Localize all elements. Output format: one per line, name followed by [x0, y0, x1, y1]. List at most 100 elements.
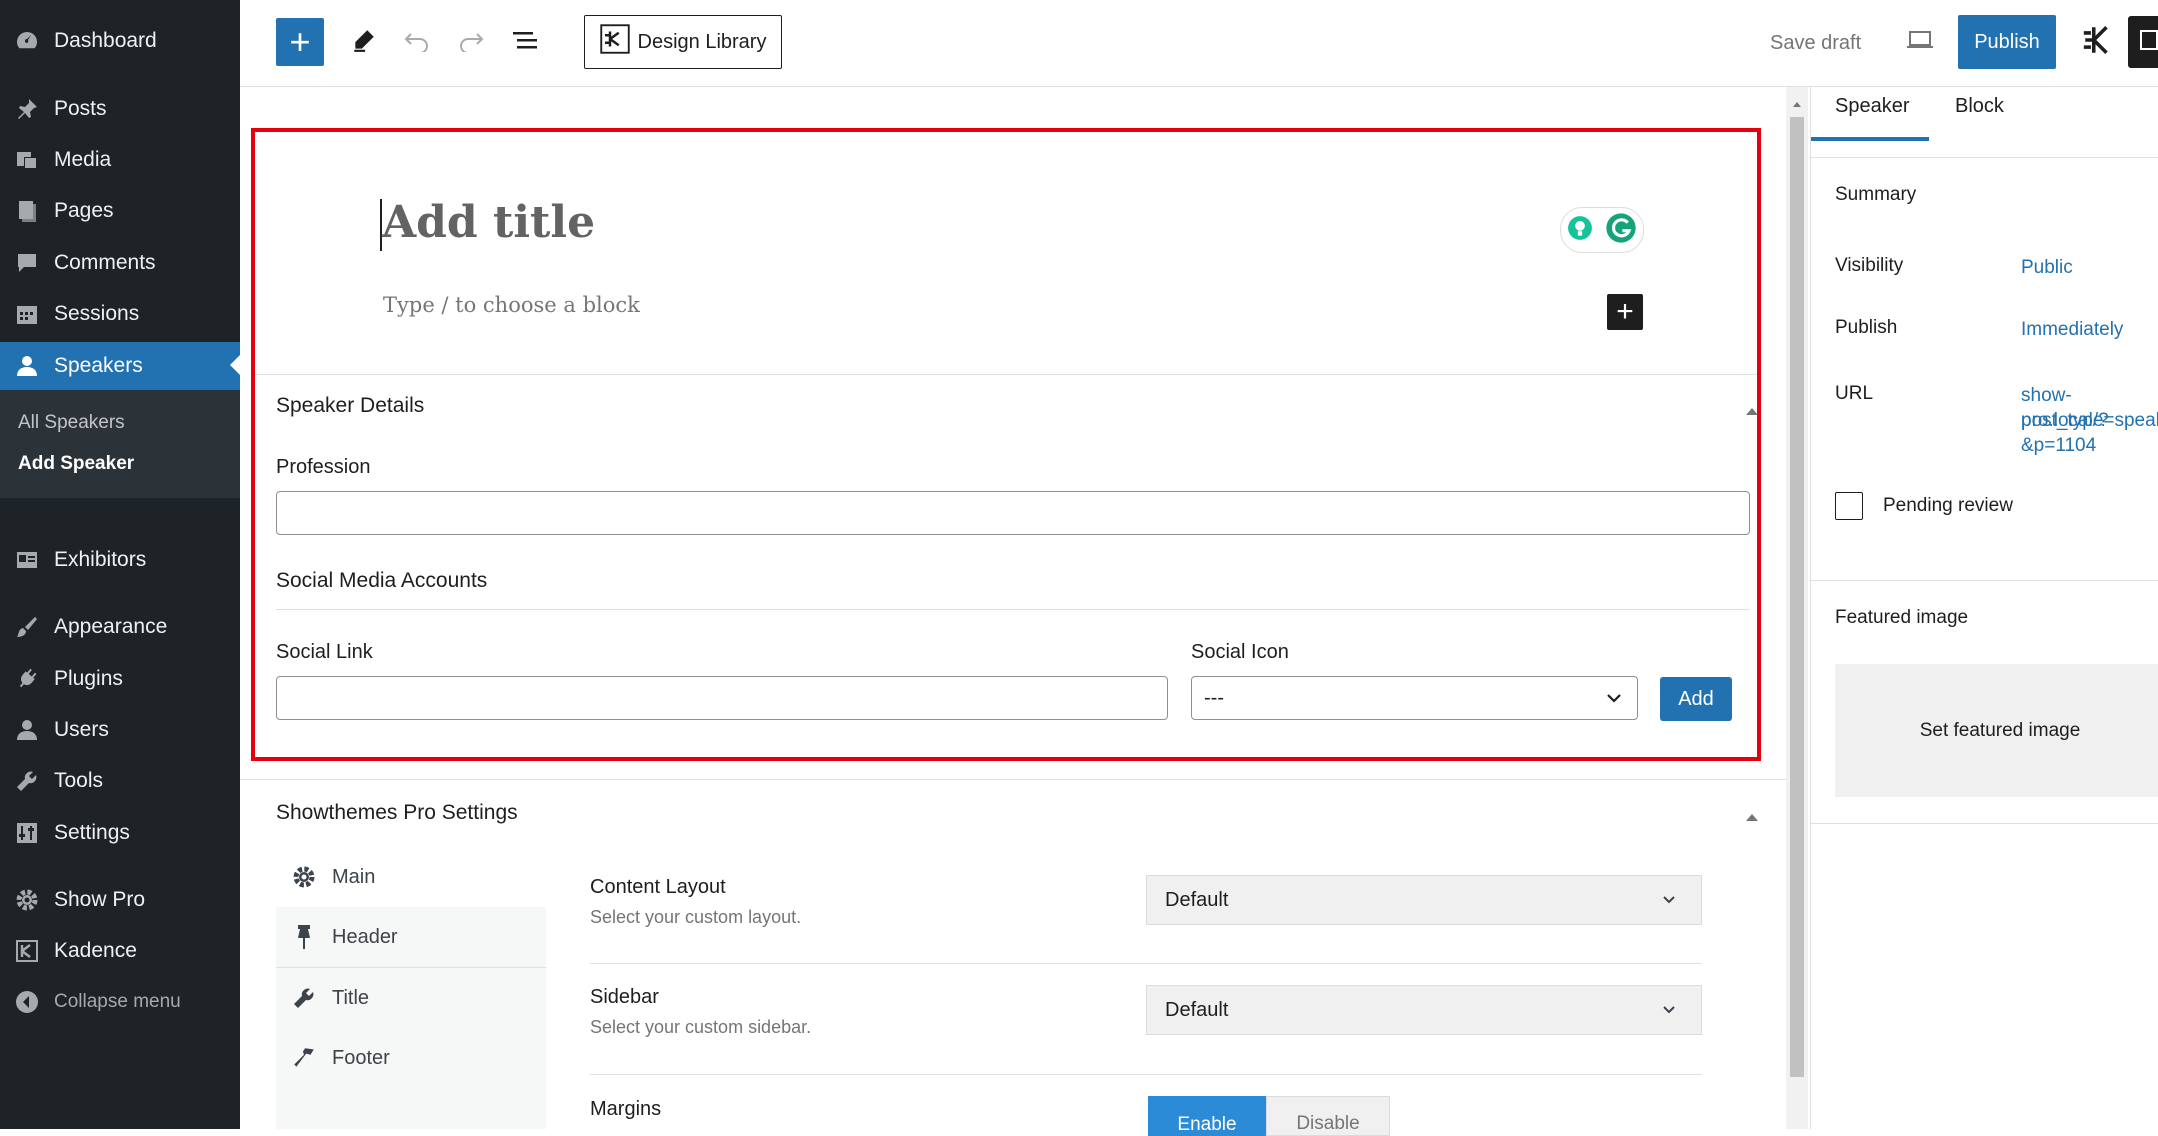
person-icon [14, 353, 40, 379]
menu-item-pages[interactable]: Pages [0, 188, 240, 234]
block-placeholder[interactable]: Type / to choose a block [383, 293, 640, 317]
content-layout-select[interactable]: Default [1146, 875, 1702, 925]
preview-button[interactable] [1902, 26, 1938, 58]
comment-icon [14, 250, 40, 276]
divider [1811, 580, 2158, 581]
publish-button[interactable]: Publish [1958, 15, 2056, 69]
url-label: URL [1835, 383, 1874, 404]
social-link-label: Social Link [276, 641, 373, 663]
add-block-button[interactable]: + [276, 18, 324, 66]
menu-label: Posts [54, 97, 107, 120]
menu-label: Users [54, 718, 109, 741]
url-link-line2[interactable]: post_type=speak [2021, 408, 2158, 433]
dashboard-icon [14, 28, 40, 54]
settings-tab-main[interactable]: Main [276, 847, 546, 908]
divider [590, 963, 1702, 964]
submenu-add-speaker[interactable]: Add Speaker [18, 453, 134, 475]
speaker-details-heading: Speaker Details [276, 394, 425, 417]
collapse-icon [14, 989, 40, 1015]
menu-label: Show Pro [54, 888, 146, 911]
submenu-all-speakers[interactable]: All Speakers [18, 412, 125, 434]
sidebar-label: Sidebar [590, 986, 659, 1008]
menu-item-settings[interactable]: Settings [0, 810, 240, 856]
media-icon [14, 147, 40, 173]
paintbrush-icon [14, 614, 40, 640]
chevron-down-icon [1661, 1001, 1677, 1024]
publish-date-link[interactable]: Immediately [2021, 317, 2123, 342]
menu-item-speakers[interactable]: Speakers [0, 342, 240, 390]
design-library-button[interactable]: Design Library [584, 15, 782, 69]
settings-sidebar: Speaker Block Summary Visibility Public … [1810, 87, 2158, 1129]
collapse-menu-button[interactable]: Collapse menu [0, 979, 240, 1025]
scrollbar-thumb[interactable] [1790, 117, 1804, 1077]
menu-label: Speakers [54, 354, 143, 377]
undo-button[interactable] [400, 26, 434, 58]
sliders-icon [14, 820, 40, 846]
divider [255, 374, 1757, 375]
plus-icon: + [1616, 295, 1634, 328]
save-draft-button[interactable]: Save draft [1770, 20, 1861, 66]
menu-item-users[interactable]: Users [0, 707, 240, 753]
summary-heading[interactable]: Summary [1835, 184, 1916, 206]
set-featured-image-button[interactable]: Set featured image [1835, 664, 2158, 797]
menu-item-plugins[interactable]: Plugins [0, 656, 240, 702]
pending-review-label: Pending review [1883, 495, 2013, 516]
collapse-arrow-icon[interactable] [1745, 403, 1759, 421]
menu-item-posts[interactable]: Posts [0, 86, 240, 132]
settings-tab-title[interactable]: Title [276, 968, 546, 1029]
scroll-up-icon[interactable] [1792, 95, 1802, 113]
profession-label: Profession [276, 456, 371, 478]
sidebar-select[interactable]: Default [1146, 985, 1702, 1035]
tab-label: Header [332, 925, 398, 948]
menu-label: Plugins [54, 667, 123, 690]
menu-label: Pages [54, 199, 114, 222]
lightbulb-icon [1567, 215, 1593, 246]
menu-item-sessions[interactable]: Sessions [0, 291, 240, 337]
tools-button[interactable] [348, 26, 380, 58]
plug-icon [14, 666, 40, 692]
margins-enable-button[interactable]: Enable [1148, 1096, 1266, 1136]
menu-label: Kadence [54, 939, 137, 962]
menu-item-exhibitors[interactable]: Exhibitors [0, 537, 240, 583]
grammarly-widget[interactable] [1560, 207, 1644, 253]
calendar-icon [14, 301, 40, 327]
pending-review-checkbox[interactable] [1835, 492, 1863, 520]
add-social-button[interactable]: Add [1660, 677, 1732, 721]
content-layout-value: Default [1165, 888, 1229, 911]
settings-sidebar-toggle[interactable] [2128, 16, 2158, 68]
editor-canvas: Add title Type / to choose a block + Spe… [240, 87, 1786, 1136]
redo-button[interactable] [454, 26, 488, 58]
speakers-submenu: All Speakers Add Speaker [0, 390, 240, 498]
inline-add-block-button[interactable]: + [1607, 294, 1643, 330]
settings-tab-header[interactable]: Header [276, 907, 546, 968]
pencil-icon [351, 27, 377, 58]
tab-block[interactable]: Block [1955, 95, 2004, 118]
post-title-input[interactable]: Add title [382, 197, 595, 248]
margins-disable-button[interactable]: Disable [1266, 1096, 1390, 1136]
editor-scrollbar[interactable] [1786, 87, 1808, 1129]
menu-item-appearance[interactable]: Appearance [0, 604, 240, 650]
menu-item-show-pro[interactable]: Show Pro [0, 877, 240, 923]
list-view-button[interactable] [508, 26, 542, 58]
collapse-arrow-icon[interactable] [1745, 809, 1759, 827]
profession-input[interactable] [276, 491, 1750, 535]
featured-image-heading[interactable]: Featured image [1835, 607, 1968, 629]
url-link-line3[interactable]: &p=1104 [2021, 433, 2096, 458]
sidebar-icon [2138, 28, 2158, 57]
menu-item-comments[interactable]: Comments [0, 240, 240, 286]
pin-icon [14, 96, 40, 122]
menu-label: Appearance [54, 615, 168, 638]
settings-tab-footer[interactable]: Footer [276, 1028, 546, 1089]
tab-speaker[interactable]: Speaker [1835, 95, 1910, 118]
social-icon-select[interactable]: --- [1191, 676, 1638, 720]
tab-label: Title [332, 986, 370, 1009]
content-layout-description: Select your custom layout. [590, 907, 802, 927]
menu-item-media[interactable]: Media [0, 137, 240, 183]
social-link-input[interactable] [276, 676, 1168, 720]
visibility-link[interactable]: Public [2021, 255, 2073, 280]
kadence-icon [14, 938, 40, 964]
menu-item-tools[interactable]: Tools [0, 758, 240, 804]
menu-item-dashboard[interactable]: Dashboard [0, 18, 240, 64]
menu-item-kadence[interactable]: Kadence [0, 928, 240, 974]
kadence-settings-button[interactable] [2078, 22, 2118, 62]
